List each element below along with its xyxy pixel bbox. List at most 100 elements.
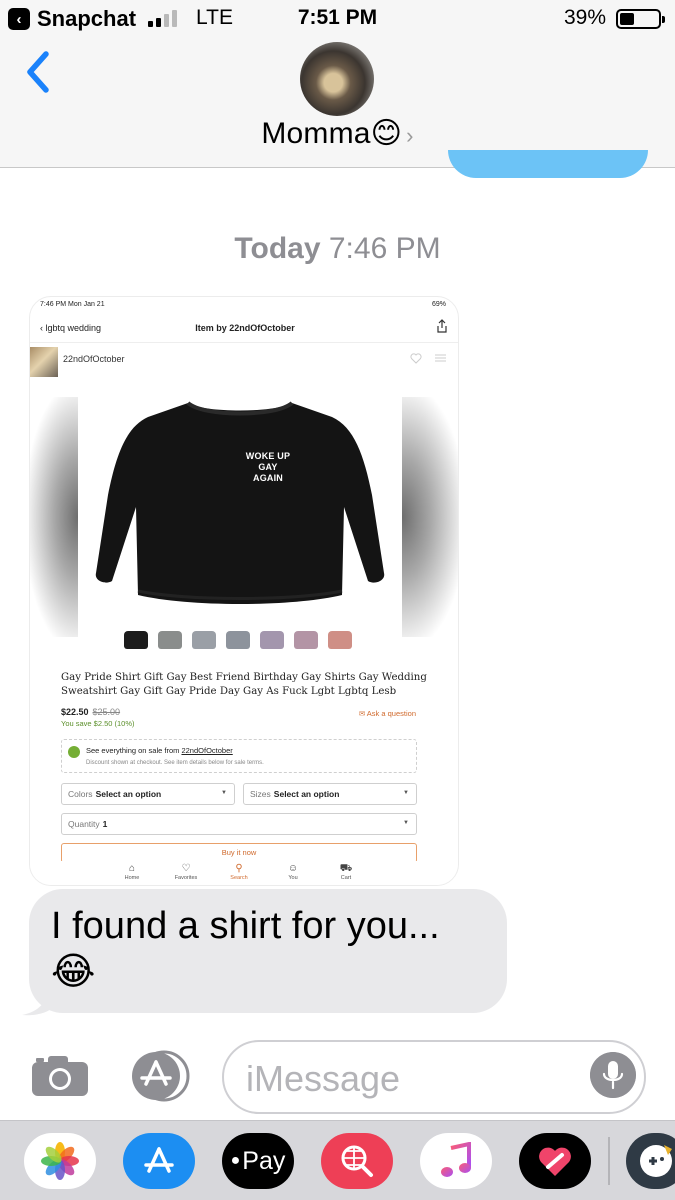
tab-label: Search — [230, 875, 248, 881]
sale-line-prefix: See everything on sale from — [86, 746, 182, 755]
ask-question-link: ✉ Ask a question — [358, 709, 416, 718]
heart-icon — [410, 353, 422, 364]
app-store-drawer-icon[interactable] — [126, 1050, 192, 1102]
tab-cart: ⛟ Cart — [326, 863, 366, 881]
original-price: $25.00 — [92, 707, 121, 717]
colors-value: Select an option — [95, 789, 162, 799]
print-line: WOKE UP — [245, 451, 291, 461]
sale-box: See everything on sale from 22ndOfOctobe… — [61, 739, 417, 773]
back-chevron-icon[interactable] — [20, 48, 56, 96]
shop-name: 22ndOfOctober — [63, 354, 125, 364]
message-text: I found a shirt for you... 😂 — [51, 905, 440, 993]
swatch — [294, 631, 318, 649]
sizes-select: Sizes Select an option ▼ — [243, 783, 417, 805]
shop-row: 22ndOfOctober — [30, 347, 458, 377]
swatch — [192, 631, 216, 649]
app-store-icon — [144, 1147, 174, 1173]
tab-label: Home — [124, 875, 140, 881]
music-note-icon — [441, 1142, 471, 1177]
person-icon: ☺ — [287, 863, 299, 874]
app-drawer: ● Pay — [0, 1120, 675, 1200]
caret-down-icon: ▼ — [403, 820, 409, 826]
sweatshirt-print: WOKE UP GAY AGAIN — [242, 451, 294, 484]
globe-search-icon — [341, 1145, 373, 1177]
cart-icon: ⛟ — [339, 863, 353, 874]
swatch — [328, 631, 352, 649]
caret-down-icon: ▼ — [403, 790, 409, 796]
photo-edge-shadow-right — [402, 397, 458, 637]
contact-name: Momma😊 — [261, 117, 403, 150]
list-icon — [435, 354, 446, 362]
screenshot-battery: 69% — [431, 300, 446, 308]
sale-shop-link: 22ndOfOctober — [181, 746, 233, 755]
price: $22.50 — [61, 707, 89, 717]
details-chevron-icon: › — [406, 123, 414, 148]
apple-pay-label: Pay — [242, 1146, 286, 1175]
sale-note: Discount shown at checkout. See item det… — [86, 760, 264, 766]
product-photo: WOKE UP GAY AGAIN — [30, 377, 458, 663]
etsy-nav-title: Item by 22ndOfOctober — [195, 323, 295, 333]
timestamp-day: Today — [234, 232, 321, 265]
shop-avatar — [30, 347, 58, 377]
tab-label: Cart — [340, 875, 352, 881]
quantity-label: Quantity — [68, 819, 100, 829]
swatch — [260, 631, 284, 649]
game-app-button[interactable] — [626, 1133, 675, 1189]
search-icon: ⚲ — [235, 863, 243, 874]
ask-question-label: Ask a question — [366, 709, 416, 718]
savings-text: You save $2.50 (10%) — [61, 719, 135, 728]
microphone-icon[interactable] — [590, 1052, 636, 1098]
etsy-tab-bar: ⌂ Home ♡ Favorites ⚲ Search ☺ You ⛟ Cart — [30, 861, 458, 885]
swatch — [226, 631, 250, 649]
colors-label: Colors — [68, 789, 93, 799]
tab-favorites: ♡ Favorites — [166, 863, 206, 881]
game-controller-icon — [640, 1145, 672, 1177]
tab-search: ⚲ Search — [219, 863, 259, 881]
tab-home: ⌂ Home — [112, 863, 152, 881]
photos-app-button[interactable] — [24, 1133, 96, 1189]
sizes-value: Select an option — [273, 789, 340, 799]
print-line: AGAIN — [253, 473, 283, 483]
apple-logo-icon: ● — [230, 1152, 241, 1169]
message-input-placeholder: iMessage — [246, 1058, 401, 1099]
heart-touch-icon — [539, 1147, 571, 1176]
camera-icon[interactable] — [30, 1054, 90, 1098]
drawer-divider — [608, 1137, 610, 1185]
thread-timestamp: Today 7:46 PM — [0, 232, 675, 266]
input-bar: iMessage — [0, 1028, 675, 1120]
status-bar: ‹ Snapchat LTE 7:51 PM 39% — [0, 0, 675, 36]
quantity-value: 1 — [102, 819, 108, 829]
screenshot-status-bar: 7:46 PM Mon Jan 21 69% — [30, 297, 458, 311]
sweatshirt-image — [95, 401, 385, 604]
screenshot-status-time: 7:46 PM Mon Jan 21 — [40, 300, 105, 308]
share-icon — [437, 319, 447, 333]
print-line: GAY — [258, 462, 278, 472]
app-store-app-button[interactable] — [123, 1133, 195, 1189]
tab-label: Favorites — [174, 875, 198, 881]
battery-percent: 39% — [564, 6, 607, 29]
quantity-select: Quantity 1 ▼ — [61, 813, 417, 835]
photo-edge-shadow-left — [30, 397, 78, 637]
product-title: Gay Pride Shirt Gift Gay Best Friend Bir… — [61, 672, 427, 697]
timestamp-time: 7:46 PM — [328, 232, 441, 265]
price-row: $22.50 $25.00 — [61, 707, 120, 717]
music-app-button[interactable] — [420, 1133, 492, 1189]
swatch — [124, 631, 148, 649]
home-icon: ⌂ — [128, 863, 136, 874]
caret-down-icon: ▼ — [221, 790, 227, 796]
sizes-label: Sizes — [250, 789, 271, 799]
tab-label: You — [288, 875, 298, 881]
photos-icon — [41, 1142, 79, 1180]
received-message-bubble[interactable]: I found a shirt for you... 😂 — [29, 889, 507, 1013]
color-swatches — [124, 631, 352, 649]
contact-avatar[interactable] — [300, 42, 374, 116]
contact-name-button[interactable]: Momma😊 › — [0, 116, 675, 151]
images-search-app-button[interactable] — [321, 1133, 393, 1189]
sale-line: See everything on sale from 22ndOfOctobe… — [86, 746, 233, 755]
battery-icon — [616, 9, 665, 29]
digital-touch-app-button[interactable] — [519, 1133, 591, 1189]
message-input[interactable]: iMessage — [222, 1040, 646, 1114]
image-message[interactable]: 7:46 PM Mon Jan 21 69% ‹ lgbtq wedding I… — [29, 296, 459, 886]
apple-pay-app-button[interactable]: ● Pay — [222, 1133, 294, 1189]
sale-tag-icon — [68, 746, 80, 758]
